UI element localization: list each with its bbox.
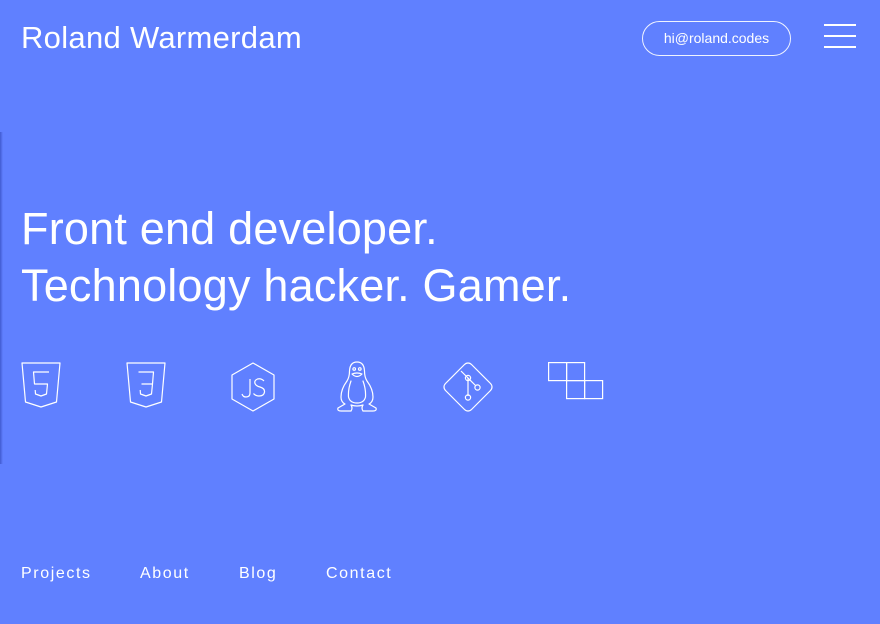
menu-bar bbox=[824, 46, 856, 48]
git-icon bbox=[442, 361, 494, 413]
hamburger-menu-icon[interactable] bbox=[824, 24, 856, 48]
hero-line-1: Front end developer. bbox=[21, 203, 438, 254]
html5-icon bbox=[21, 362, 61, 408]
tech-icons bbox=[0, 360, 880, 420]
nav-link-projects[interactable]: Projects bbox=[21, 563, 92, 585]
email-button[interactable]: hi@roland.codes bbox=[642, 21, 791, 56]
menu-bar bbox=[824, 24, 856, 26]
hero-heading: Front end developer. Technology hacker. … bbox=[21, 200, 571, 314]
nodejs-icon bbox=[230, 362, 276, 412]
tetris-blocks-icon bbox=[548, 362, 604, 400]
nav-link-blog[interactable]: Blog bbox=[239, 563, 277, 585]
linux-tux-icon bbox=[336, 361, 378, 413]
site-name[interactable]: Roland Warmerdam bbox=[21, 18, 302, 58]
menu-bar bbox=[824, 35, 856, 37]
css3-icon bbox=[126, 362, 166, 408]
nav-link-about[interactable]: About bbox=[140, 563, 190, 585]
nav-link-contact[interactable]: Contact bbox=[326, 563, 392, 585]
hero-line-2: Technology hacker. Gamer. bbox=[21, 260, 572, 311]
